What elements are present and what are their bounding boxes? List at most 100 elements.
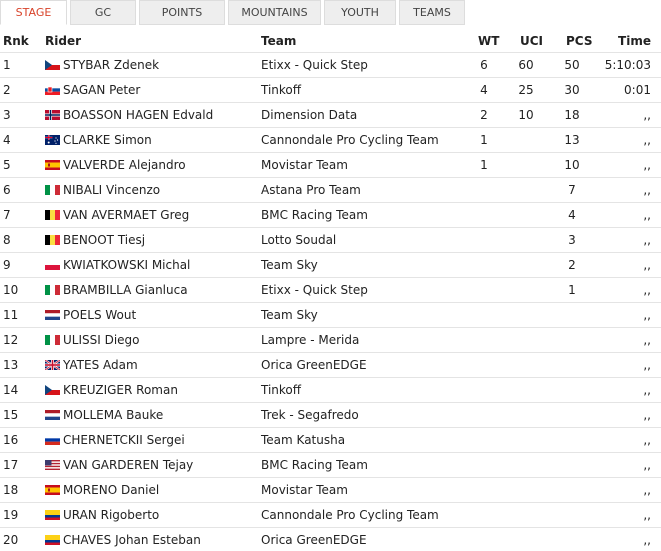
tab-points[interactable]: POINTS bbox=[139, 0, 225, 25]
country-flag-icon bbox=[45, 60, 60, 70]
finish-time: 0:01 bbox=[624, 83, 651, 97]
tab-mountains[interactable]: MOUNTAINS bbox=[228, 0, 321, 25]
pcs-points: 3 bbox=[568, 233, 576, 247]
rider-name-link[interactable]: MORENO Daniel bbox=[63, 483, 159, 497]
result-row: 9 KWIATKOWSKI Michal Team Sky 2,, bbox=[0, 252, 661, 276]
rider-name-link[interactable]: BENOOT Tiesj bbox=[63, 233, 145, 247]
team-name-link[interactable]: Dimension Data bbox=[261, 108, 357, 122]
rider-name-link[interactable]: KWIATKOWSKI Michal bbox=[63, 258, 190, 272]
country-flag-icon bbox=[45, 535, 60, 545]
team-name-link[interactable]: Orica GreenEDGE bbox=[261, 533, 367, 547]
rider-name-link[interactable]: STYBAR Zdenek bbox=[63, 58, 159, 72]
team-name-link[interactable]: BMC Racing Team bbox=[261, 208, 368, 222]
country-flag-icon bbox=[45, 510, 60, 520]
rider-name-link[interactable]: URAN Rigoberto bbox=[63, 508, 159, 522]
country-flag-icon bbox=[45, 85, 60, 95]
team-name-link[interactable]: Cannondale Pro Cycling Team bbox=[261, 508, 439, 522]
rank: 1 bbox=[3, 58, 11, 72]
finish-time: ,, bbox=[643, 158, 651, 172]
team-name-link[interactable]: Etixx - Quick Step bbox=[261, 58, 368, 72]
finish-time: ,, bbox=[643, 383, 651, 397]
team-name-link[interactable]: Astana Pro Team bbox=[261, 183, 361, 197]
rider-name-link[interactable]: CHAVES Johan Esteban bbox=[63, 533, 201, 547]
team-name-link[interactable]: Tinkoff bbox=[261, 83, 301, 97]
country-flag-icon bbox=[45, 260, 60, 270]
rank: 11 bbox=[3, 308, 19, 322]
uci-points: 60 bbox=[518, 58, 534, 72]
rank: 12 bbox=[3, 333, 19, 347]
team-name-link[interactable]: Orica GreenEDGE bbox=[261, 358, 367, 372]
tab-teams[interactable]: TEAMS bbox=[399, 0, 465, 25]
rider-name-link[interactable]: VAN GARDEREN Tejay bbox=[63, 458, 193, 472]
team-name-link[interactable]: Lampre - Merida bbox=[261, 333, 359, 347]
rider-name-link[interactable]: BOASSON HAGEN Edvald bbox=[63, 108, 213, 122]
team-name-link[interactable]: Team Katusha bbox=[261, 433, 345, 447]
country-flag-icon bbox=[45, 435, 60, 445]
result-row: 18 MORENO Daniel Movistar Team,, bbox=[0, 477, 661, 501]
col-wt: WT bbox=[478, 34, 500, 48]
tab-stage[interactable]: STAGE bbox=[0, 0, 67, 25]
team-name-link[interactable]: Tinkoff bbox=[261, 383, 301, 397]
wt-points: 1 bbox=[480, 158, 488, 172]
result-row: 6 NIBALI Vincenzo Astana Pro Team 7,, bbox=[0, 177, 661, 201]
pcs-points: 2 bbox=[568, 258, 576, 272]
rider-name-link[interactable]: SAGAN Peter bbox=[63, 83, 140, 97]
result-row: 7 VAN AVERMAET Greg BMC Racing Team 4,, bbox=[0, 202, 661, 226]
rank: 3 bbox=[3, 108, 11, 122]
country-flag-icon bbox=[45, 310, 60, 320]
team-name-link[interactable]: Cannondale Pro Cycling Team bbox=[261, 133, 439, 147]
finish-time: ,, bbox=[643, 433, 651, 447]
rider-name-link[interactable]: BRAMBILLA Gianluca bbox=[63, 283, 188, 297]
pcs-points: 18 bbox=[564, 108, 580, 122]
rider-name-link[interactable]: NIBALI Vincenzo bbox=[63, 183, 160, 197]
rider-name-link[interactable]: ULISSI Diego bbox=[63, 333, 140, 347]
team-name-link[interactable]: Etixx - Quick Step bbox=[261, 283, 368, 297]
country-flag-icon bbox=[45, 210, 60, 220]
wt-points: 6 bbox=[480, 58, 488, 72]
rank: 19 bbox=[3, 508, 19, 522]
pcs-points: 13 bbox=[564, 133, 580, 147]
results-table-header: Rnk Rider Team WT UCI PCS Time bbox=[0, 28, 661, 52]
finish-time: ,, bbox=[643, 208, 651, 222]
rider-name-link[interactable]: VAN AVERMAET Greg bbox=[63, 208, 189, 222]
tab-gc[interactable]: GC bbox=[70, 0, 136, 25]
rider-name-link[interactable]: POELS Wout bbox=[63, 308, 136, 322]
country-flag-icon bbox=[45, 160, 60, 170]
col-uci: UCI bbox=[520, 34, 544, 48]
rank: 8 bbox=[3, 233, 11, 247]
rank: 2 bbox=[3, 83, 11, 97]
result-row: 2 SAGAN Peter Tinkoff 4 25 30 0:01 bbox=[0, 77, 661, 101]
result-row: 4 CLARKE Simon Cannondale Pro Cycling Team… bbox=[0, 127, 661, 151]
rank: 16 bbox=[3, 433, 19, 447]
finish-time: ,, bbox=[643, 533, 651, 547]
result-row: 13 YATES Adam Orica GreenEDGE,, bbox=[0, 352, 661, 376]
team-name-link[interactable]: Movistar Team bbox=[261, 158, 348, 172]
rider-name-link[interactable]: VALVERDE Alejandro bbox=[63, 158, 186, 172]
pcs-points: 4 bbox=[568, 208, 576, 222]
rider-name-link[interactable]: YATES Adam bbox=[63, 358, 138, 372]
result-row: 14 KREUZIGER Roman Tinkoff,, bbox=[0, 377, 661, 401]
rider-name-link[interactable]: KREUZIGER Roman bbox=[63, 383, 178, 397]
rider-name-link[interactable]: CHERNETCKII Sergei bbox=[63, 433, 185, 447]
result-row: 17 VAN GARDEREN Tejay BMC Racing Team,, bbox=[0, 452, 661, 476]
result-row: 1 STYBAR Zdenek Etixx - Quick Step 6 60 50 5:1… bbox=[0, 52, 661, 76]
result-row: 19 URAN Rigoberto Cannondale Pro Cycling T… bbox=[0, 502, 661, 526]
finish-time: ,, bbox=[643, 183, 651, 197]
team-name-link[interactable]: Movistar Team bbox=[261, 483, 348, 497]
finish-time: 5:10:03 bbox=[604, 58, 651, 72]
result-row: 5 VALVERDE Alejandro Movistar Team 1 10,, bbox=[0, 152, 661, 176]
col-rider: Rider bbox=[45, 34, 81, 48]
finish-time: ,, bbox=[643, 133, 651, 147]
tab-youth[interactable]: YOUTH bbox=[324, 0, 396, 25]
team-name-link[interactable]: BMC Racing Team bbox=[261, 458, 368, 472]
rider-name-link[interactable]: MOLLEMA Bauke bbox=[63, 408, 163, 422]
team-name-link[interactable]: Team Sky bbox=[261, 308, 318, 322]
team-name-link[interactable]: Trek - Segafredo bbox=[261, 408, 359, 422]
rank: 13 bbox=[3, 358, 19, 372]
rank: 17 bbox=[3, 458, 19, 472]
country-flag-icon bbox=[45, 185, 60, 195]
team-name-link[interactable]: Team Sky bbox=[261, 258, 318, 272]
rider-name-link[interactable]: CLARKE Simon bbox=[63, 133, 152, 147]
wt-points: 4 bbox=[480, 83, 488, 97]
team-name-link[interactable]: Lotto Soudal bbox=[261, 233, 336, 247]
